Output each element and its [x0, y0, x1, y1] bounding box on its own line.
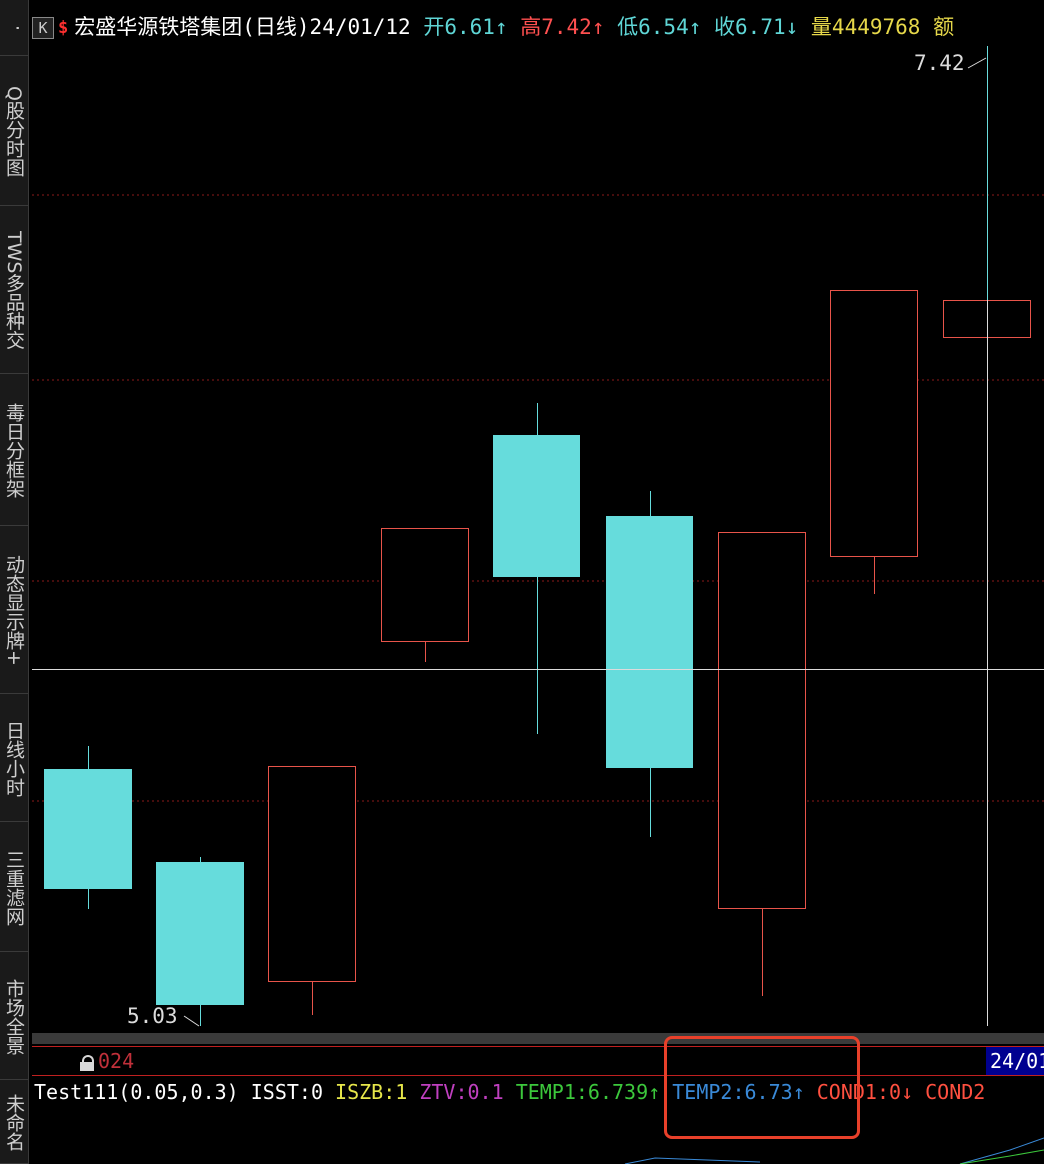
candle-body	[156, 862, 244, 1005]
open-arrow-icon: ↑	[494, 15, 508, 39]
header-date: 24/01/12	[309, 15, 411, 39]
indicator-temp1: TEMP1:6.739	[515, 1080, 649, 1104]
indicator-cond2: COND2	[925, 1080, 986, 1104]
candle-body	[44, 769, 132, 889]
indicator-line-temp2	[624, 1157, 761, 1164]
open-label: 开	[423, 15, 445, 39]
high-arrow-icon: ↑	[591, 15, 605, 39]
stock-title: 宏盛华源铁塔集团(日线)	[74, 15, 310, 39]
indicator-name[interactable]: Test111(0.05,0.3)	[34, 1080, 239, 1104]
chart-header: K $ 宏盛华源铁塔集团(日线)24/01/12 开6.61↑ 高7.42↑ 低6.…	[32, 10, 1044, 44]
candle-body	[268, 766, 356, 982]
low-label: 低	[617, 15, 639, 39]
status-row: 024	[80, 1047, 134, 1075]
candle-body	[718, 532, 806, 909]
dollar-icon[interactable]: $	[58, 11, 68, 44]
candle-body	[606, 516, 693, 768]
close-arrow-icon: ↓	[785, 15, 799, 39]
high-price-pointer	[967, 57, 987, 69]
candle-body	[830, 290, 918, 557]
status-left-text: 024	[98, 1049, 135, 1073]
high-label: 高	[520, 15, 542, 39]
cond1-arrow-icon: ↓	[901, 1080, 914, 1104]
cursor-date-box: 24/01	[986, 1047, 1044, 1075]
lock-icon[interactable]	[80, 1054, 94, 1071]
close-label: 收	[714, 15, 736, 39]
volume-label: 量	[810, 15, 832, 39]
indicator-isst: ISST:0	[250, 1080, 323, 1104]
indicator-line: Test111(0.05,0.3) ISST:0 ISZB:1 ZTV:0.1 …	[34, 1077, 1044, 1107]
indicator-line-right	[959, 1137, 1044, 1164]
highlight-box	[664, 1036, 860, 1139]
temp1-arrow-icon: ↑	[648, 1080, 661, 1104]
scroll-band	[32, 1033, 1044, 1044]
low-arrow-icon: ↑	[688, 15, 702, 39]
amount-label: 额	[933, 15, 955, 39]
low-price-pointer	[183, 1015, 200, 1027]
low-price-label: 5.03	[127, 1004, 178, 1028]
candle-body	[493, 435, 580, 577]
k-line-icon[interactable]: K	[32, 17, 54, 39]
indicator-ztv: ZTV:0.1	[419, 1080, 504, 1104]
volume-value: 4449768	[831, 15, 921, 39]
low-value: 6.54	[638, 15, 689, 39]
high-value: 7.42	[541, 15, 592, 39]
candlestick-chart[interactable]: 7.42 5.03	[0, 0, 1044, 1164]
high-price-label: 7.42	[914, 51, 965, 75]
close-value: 6.71	[735, 15, 786, 39]
candle-body	[381, 528, 469, 642]
indicator-iszb: ISZB:1	[335, 1080, 408, 1104]
open-value: 6.61	[444, 15, 495, 39]
